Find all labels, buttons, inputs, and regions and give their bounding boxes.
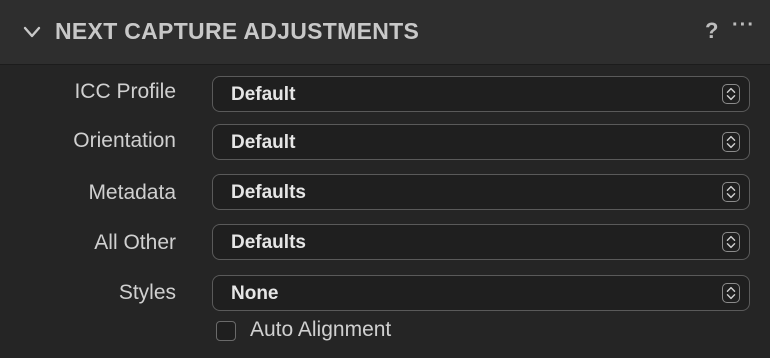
chevron-down-icon[interactable] xyxy=(22,22,42,42)
all-other-value: Defaults xyxy=(231,232,306,253)
icc-profile-value: Default xyxy=(231,84,296,105)
styles-select[interactable]: None xyxy=(212,275,750,311)
auto-alignment-checkbox[interactable] xyxy=(216,321,236,341)
updown-arrows-icon xyxy=(722,132,740,152)
updown-arrows-icon xyxy=(722,283,740,303)
icc-profile-label: ICC Profile xyxy=(74,80,176,103)
next-capture-adjustments-panel: NEXT CAPTURE ADJUSTMENTS ? ··· ICC Profi… xyxy=(0,0,770,358)
all-other-select[interactable]: Defaults xyxy=(212,224,750,260)
updown-arrows-icon xyxy=(722,182,740,202)
all-other-label: All Other xyxy=(94,231,176,254)
auto-alignment-label[interactable]: Auto Alignment xyxy=(250,318,391,342)
orientation-label: Orientation xyxy=(73,129,176,152)
styles-label: Styles xyxy=(118,281,176,304)
panel-title: NEXT CAPTURE ADJUSTMENTS xyxy=(55,18,420,44)
orientation-value: Default xyxy=(231,132,296,153)
metadata-value: Defaults xyxy=(231,182,306,203)
help-button[interactable]: ? xyxy=(705,18,718,44)
styles-value: None xyxy=(231,283,279,304)
metadata-select[interactable]: Defaults xyxy=(212,174,750,210)
metadata-label: Metadata xyxy=(88,181,176,204)
updown-arrows-icon xyxy=(722,84,740,104)
updown-arrows-icon xyxy=(722,232,740,252)
more-options-button[interactable]: ··· xyxy=(732,14,755,37)
icc-profile-select[interactable]: Default xyxy=(212,76,750,112)
panel-header[interactable]: NEXT CAPTURE ADJUSTMENTS ? ··· xyxy=(0,0,770,65)
orientation-select[interactable]: Default xyxy=(212,124,750,160)
